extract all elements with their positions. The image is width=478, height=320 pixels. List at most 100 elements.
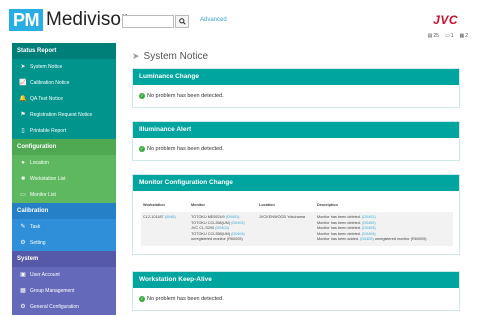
search-input[interactable] — [122, 15, 174, 28]
gear-icon: ⚙ — [20, 304, 26, 310]
panel-title: Illuminance Alert — [133, 122, 459, 138]
sidebar-item-location[interactable]: ● Location — [12, 155, 116, 171]
panel-luminance-change: Luminance Change ✓ No problem has been d… — [132, 68, 460, 108]
sidebar-item-label: Calibration Notice — [30, 80, 70, 86]
stat-alerts-value: 2 — [465, 33, 468, 39]
sidebar-item-label: General Configuration — [30, 304, 79, 310]
status-message: No problem has been detected. — [147, 93, 224, 99]
sidebar-item-system-notice[interactable]: ➤ System Notice — [12, 59, 116, 75]
monitor-icon: ▭ — [20, 192, 26, 198]
monitor-stack-icon: ▤ — [427, 33, 433, 39]
sidebar-item-workstation-list[interactable]: ■ Workstation List — [12, 171, 116, 187]
sidebar-item-label: Setting — [30, 240, 46, 246]
user-card-icon: ▣ — [20, 272, 26, 278]
gears-icon: ⚙ — [20, 240, 26, 246]
location-cell: JVCKENWOOD Yokohama — [257, 212, 315, 246]
sidebar-item-setting[interactable]: ⚙ Setting — [12, 235, 116, 251]
check-circle-icon: ✓ — [139, 93, 145, 99]
description-suffix: unregistered monitor (R60005) — [374, 237, 427, 242]
monitor-name: unregistered monitor (R60005) — [191, 237, 243, 242]
monitor-cell: TOTOKU ME552U9 (D0401) TOTOKU CCL358(UM)… — [189, 212, 257, 246]
description-link[interactable]: (D0404) — [362, 232, 376, 236]
flag-icon: ⚑ — [20, 112, 26, 118]
workstation-name: CL2-101187 — [143, 215, 164, 219]
sidebar-section-calibration: Calibration ✎ Task ⚙ Setting — [12, 203, 116, 251]
chart-icon: 📈 — [19, 80, 27, 86]
header-stats: ▤ 25 ▭ 1 ▦ 2 — [428, 33, 468, 39]
list-icon: ■ — [21, 176, 25, 182]
search-button[interactable] — [175, 15, 189, 28]
monitor-name: TOTOKU ME552U9 — [191, 215, 225, 219]
monitor-name: TOTOKU CCL358(UM) — [191, 220, 231, 225]
map-pin-icon: ● — [21, 160, 25, 166]
stat-displays[interactable]: ▭ 1 — [445, 33, 454, 39]
stat-monitors[interactable]: ▤ 25 — [428, 33, 439, 39]
panel-illuminance-alert: Illuminance Alert ✓ No problem has been … — [132, 121, 460, 161]
sidebar-item-task[interactable]: ✎ Task — [12, 219, 116, 235]
panel-body: ✓ No problem has been detected. — [133, 138, 459, 160]
sidebar-item-printable-report[interactable]: ▯ Printable Report — [12, 123, 116, 139]
panel-title: Luminance Change — [133, 69, 459, 85]
sidebar-section-title: Configuration — [12, 139, 116, 155]
check-circle-icon: ✓ — [139, 296, 145, 302]
bell-icon: 🔔 — [19, 96, 27, 102]
sidebar-item-general-configuration[interactable]: ⚙ General Configuration — [12, 299, 116, 315]
display-icon: ▭ — [444, 33, 450, 39]
description-link[interactable]: (D0403) — [362, 226, 376, 230]
stat-displays-value: 1 — [450, 33, 454, 39]
document-icon: ▯ — [21, 128, 25, 134]
sidebar-item-label: User Account — [30, 272, 60, 278]
description-link[interactable]: (D0402) — [362, 221, 376, 225]
monitor-entry: unregistered monitor (R60005) — [191, 237, 255, 243]
sidebar-item-label: Task — [30, 224, 41, 230]
sidebar-item-user-account[interactable]: ▣ User Account — [12, 267, 116, 283]
sidebar-item-registration-request-notice[interactable]: ⚑ Registration Request Notice — [12, 107, 116, 123]
stat-alerts[interactable]: ▦ 2 — [459, 33, 468, 39]
panel-workstation-keep-alive: Workstation Keep-Alive ✓ No problem has … — [132, 271, 460, 311]
description-link[interactable]: (D0401) — [362, 215, 376, 219]
description-text: Monitor has been deleted. — [317, 226, 361, 231]
panel-monitor-configuration-change: Monitor Configuration Change Workstation… — [132, 174, 460, 255]
monitor-link[interactable]: (D0403) — [215, 226, 229, 230]
description-text: Monitor has been deleted. — [317, 231, 361, 236]
description-cell: Monitor has been deleted. (D0401) Monito… — [315, 212, 453, 246]
send-icon: ➤ — [132, 51, 140, 61]
sidebar: Status Report ➤ System Notice 📈 Calibratio… — [12, 43, 116, 320]
app-logo[interactable]: PM Medivisor — [9, 8, 127, 32]
sidebar-item-calibration-notice[interactable]: 📈 Calibration Notice — [12, 75, 116, 91]
column-header: Description — [317, 203, 338, 207]
workstation-cell: CL2-101187 (0046) — [141, 212, 189, 246]
column-header: Monitor — [191, 203, 205, 207]
sidebar-item-group-management[interactable]: ▦ Group Management — [12, 283, 116, 299]
sidebar-item-qa-test-notice[interactable]: 🔔 QA Test Notice — [12, 91, 116, 107]
sidebar-item-label: Workstation List — [30, 176, 66, 182]
logo-text: Medivisor — [46, 9, 128, 30]
monitor-name: TOTOKU CCL358(UM) — [191, 231, 231, 236]
monitor-link[interactable]: (D0402) — [231, 221, 245, 225]
workstation-link[interactable]: (0046) — [165, 215, 176, 219]
panel-title: Workstation Keep-Alive — [133, 272, 459, 288]
sidebar-item-label: System Notice — [30, 64, 63, 70]
sidebar-section-system: System ▣ User Account ▦ Group Management ⚙… — [12, 251, 116, 315]
search-icon — [178, 18, 186, 25]
sidebar-section-title: Calibration — [12, 203, 116, 219]
group-icon: ▦ — [20, 288, 26, 294]
advanced-search-link[interactable]: Advanced — [200, 17, 227, 23]
panel-body: ✓ No problem has been detected. — [133, 85, 459, 107]
table-row: CL2-101187 (0046) TOTOKU ME552U9 (D0401)… — [141, 212, 453, 246]
monitor-link[interactable]: (D0404) — [231, 232, 245, 236]
header: PM Medivisor Advanced JVC ▤ 25 ▭ 1 ▦ 2 — [0, 0, 478, 43]
sidebar-item-monitor-list[interactable]: ▭ Monitor List — [12, 187, 116, 203]
sidebar-item-label: QA Test Notice — [30, 96, 63, 102]
monitor-link[interactable]: (D0401) — [226, 215, 240, 219]
sidebar-item-label: Monitor List — [30, 192, 56, 198]
panel-title: Monitor Configuration Change — [133, 175, 459, 191]
wrench-icon: ✎ — [20, 224, 26, 230]
sidebar-item-label: Printable Report — [30, 128, 67, 134]
main-content: ➤ System Notice Luminance Change ✓ No pr… — [127, 43, 465, 320]
monitor-name: JVC CL-S200 — [191, 226, 215, 231]
alert-icon: ▦ — [459, 33, 465, 39]
description-link[interactable]: (D0405) — [360, 237, 374, 241]
column-header: Location — [259, 203, 275, 207]
description-entry: Monitor has been added. (D0405) unregist… — [317, 237, 451, 243]
